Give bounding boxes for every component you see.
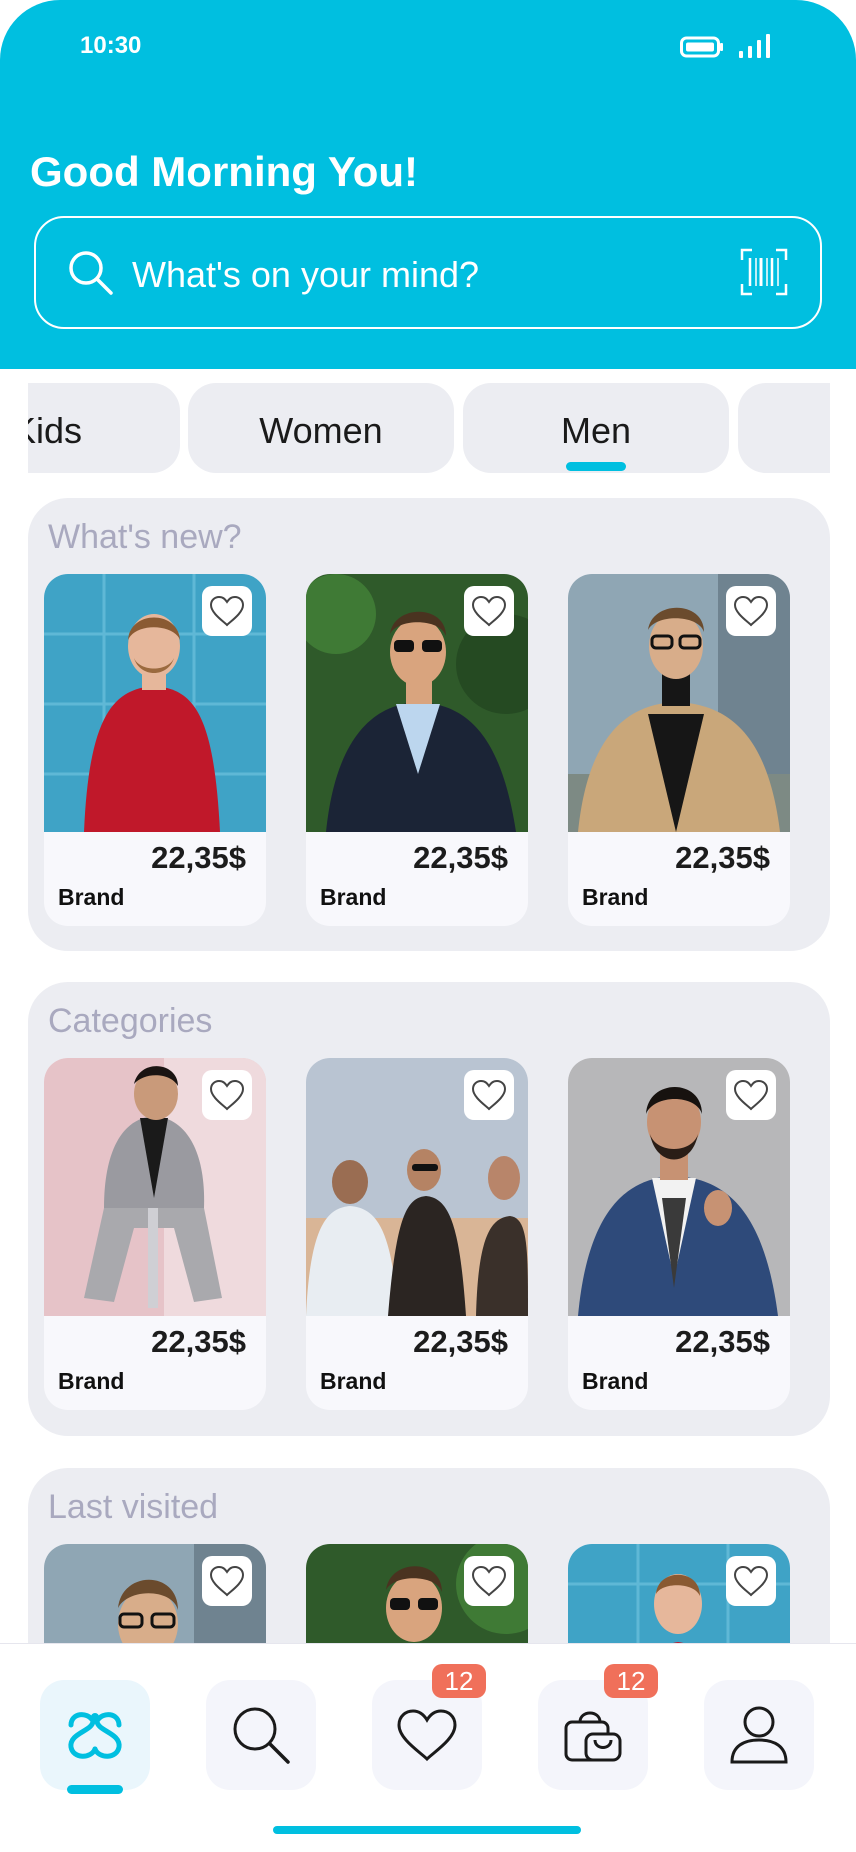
- favorite-button[interactable]: [726, 1556, 776, 1606]
- search-input[interactable]: What's on your mind?: [34, 216, 822, 329]
- nav-home-button[interactable]: [40, 1680, 150, 1794]
- heart-icon: [471, 1565, 507, 1597]
- category-price: 22,35$: [151, 1324, 246, 1359]
- nav-favorites-button[interactable]: 12: [372, 1664, 486, 1790]
- tab-label: Kids: [28, 410, 82, 451]
- tab-men[interactable]: Men: [463, 383, 729, 473]
- tab-label: Men: [560, 410, 632, 451]
- category-price: 22,35$: [675, 1324, 770, 1359]
- barcode-scan-icon[interactable]: [740, 248, 788, 301]
- heart-icon: [733, 595, 769, 627]
- product-brand: Brand: [320, 884, 387, 910]
- favorite-button[interactable]: [202, 1556, 252, 1606]
- tab-label: Women: [259, 410, 383, 451]
- favorite-button[interactable]: [464, 586, 514, 636]
- home-indicator: [273, 1826, 581, 1834]
- category-brand: Brand: [58, 1368, 125, 1394]
- heart-icon: [471, 595, 507, 627]
- product-price: 22,35$: [151, 840, 246, 875]
- heart-icon: [397, 1709, 457, 1762]
- category-card[interactable]: 22,35$ Brand: [568, 1058, 790, 1410]
- product-card[interactable]: 22,35$ Brand: [306, 574, 528, 926]
- section-title: Last visited: [48, 1488, 219, 1526]
- search-icon: [233, 1707, 290, 1764]
- favorites-count-badge: 12: [432, 1664, 486, 1698]
- heart-icon: [733, 1565, 769, 1597]
- favorite-button[interactable]: [726, 586, 776, 636]
- nav-profile-button[interactable]: [704, 1680, 814, 1790]
- header: 10:30 Good Morning You! What's on your m…: [0, 0, 856, 369]
- section-whats-new: What's new? 22,35$ Brand 22,35$ Brand 22…: [28, 498, 830, 951]
- product-brand: Brand: [58, 884, 125, 910]
- nav-search-button[interactable]: [206, 1680, 316, 1790]
- favorite-button[interactable]: [202, 586, 252, 636]
- product-card[interactable]: 22,35$ Brand: [568, 574, 790, 926]
- active-tab-indicator: [566, 462, 626, 471]
- favorite-button[interactable]: [202, 1070, 252, 1120]
- section-title: Categories: [48, 1002, 213, 1040]
- greeting-title: Good Morning You!: [30, 148, 419, 195]
- product-brand: Brand: [582, 884, 649, 910]
- signal-icon: [738, 34, 772, 63]
- active-nav-indicator: [67, 1785, 123, 1794]
- home-logo-icon: [68, 1712, 122, 1759]
- product-price: 22,35$: [413, 840, 508, 875]
- category-price: 22,35$: [413, 1324, 508, 1359]
- product-card[interactable]: 22,35$ Brand: [44, 574, 266, 926]
- heart-icon: [733, 1079, 769, 1111]
- tab-women[interactable]: Women: [188, 383, 454, 473]
- category-tabs: Kids Women Men: [28, 383, 830, 475]
- nav-bag-button[interactable]: 12: [538, 1664, 658, 1790]
- favorite-button[interactable]: [726, 1070, 776, 1120]
- status-time: 10:30: [80, 32, 142, 59]
- bag-count-badge: 12: [604, 1664, 658, 1698]
- section-categories: Categories 22,35$ Brand 22,35$ Brand 22,…: [28, 982, 830, 1436]
- section-title: What's new?: [48, 518, 242, 556]
- category-card[interactable]: 22,35$ Brand: [306, 1058, 528, 1410]
- tab-next[interactable]: [738, 383, 830, 473]
- heart-icon: [209, 595, 245, 627]
- category-brand: Brand: [582, 1368, 649, 1394]
- category-brand: Brand: [320, 1368, 387, 1394]
- status-icons: [680, 34, 772, 63]
- app-screen: 10:30 Good Morning You! What's on your m…: [0, 0, 856, 1852]
- heart-icon: [209, 1565, 245, 1597]
- battery-icon: [680, 36, 724, 63]
- favorite-button[interactable]: [464, 1070, 514, 1120]
- product-price: 22,35$: [675, 840, 770, 875]
- search-placeholder: What's on your mind?: [132, 254, 480, 295]
- category-card[interactable]: 22,35$ Brand: [44, 1058, 266, 1410]
- tab-kids[interactable]: Kids: [28, 383, 180, 473]
- search-icon: [66, 248, 116, 303]
- heart-icon: [209, 1079, 245, 1111]
- favorite-button[interactable]: [464, 1556, 514, 1606]
- heart-icon: [471, 1079, 507, 1111]
- profile-icon: [730, 1706, 788, 1764]
- bottom-navigation: 12 12: [0, 1643, 856, 1852]
- shopping-bag-icon: [564, 1711, 622, 1762]
